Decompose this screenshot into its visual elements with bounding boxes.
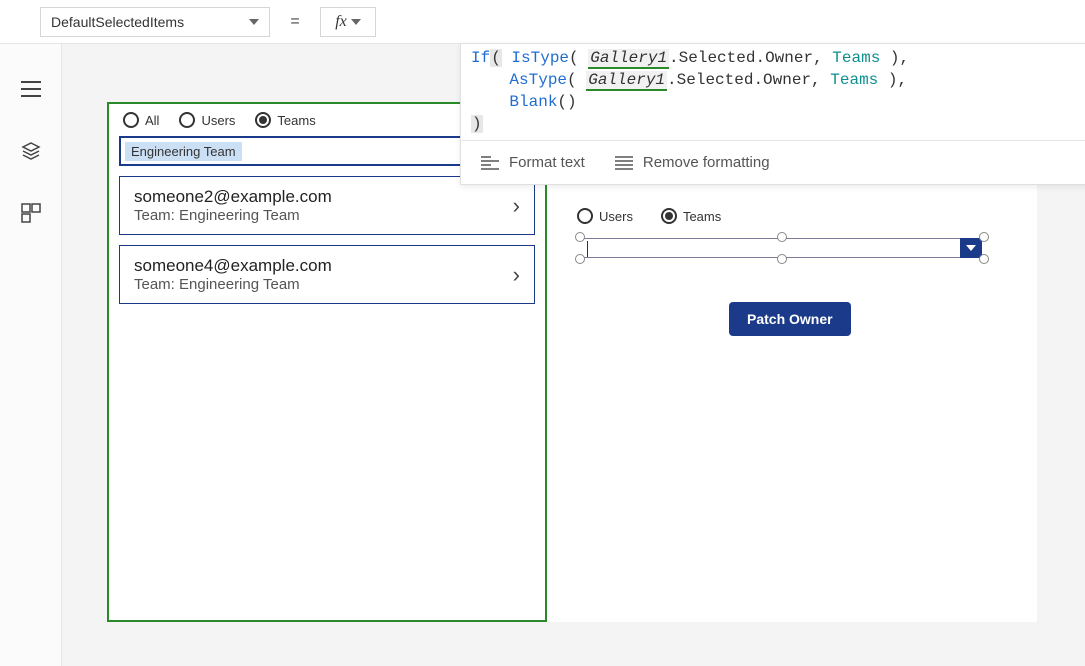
remove-formatting-icon [615,156,633,170]
radio-label: Teams [683,209,721,224]
chevron-right-icon: › [513,193,520,219]
formula-editor-popup: If( IsType( Gallery1.Selected.Owner, Tea… [460,43,1085,185]
format-text-label: Format text [509,154,585,171]
formula-toolbar: Format text Remove formatting [461,140,1085,184]
selected-combobox[interactable] [567,232,997,264]
main-area: If( IsType( Gallery1.Selected.Owner, Tea… [0,44,1085,666]
radio-label: Teams [277,113,315,128]
resize-handle[interactable] [979,232,989,242]
formula-code[interactable]: If( IsType( Gallery1.Selected.Owner, Tea… [461,44,1085,140]
text-cursor [587,241,588,257]
radio-icon [255,112,271,128]
resize-handle[interactable] [777,232,787,242]
format-text-button[interactable]: Format text [481,154,585,171]
resize-handle[interactable] [575,254,585,264]
patch-owner-button[interactable]: Patch Owner [729,302,851,336]
radio-icon [577,208,593,224]
property-bar: DefaultSelectedItems = fx [0,0,1085,44]
radio-icon [661,208,677,224]
chevron-right-icon: › [513,262,520,288]
gallery-item[interactable]: someone4@example.com Team: Engineering T… [119,245,535,304]
canvas-wrapper: If( IsType( Gallery1.Selected.Owner, Tea… [62,44,1085,666]
fx-icon: fx [335,13,347,31]
radio-users[interactable]: Users [179,112,235,128]
radio-label: Users [599,209,633,224]
format-text-icon [481,156,499,170]
property-selector[interactable]: DefaultSelectedItems [40,7,270,37]
fx-button[interactable]: fx [320,7,376,37]
radio-teams-right[interactable]: Teams [661,208,721,224]
chevron-down-icon [249,19,259,25]
combobox-dropdown-button[interactable] [960,238,982,258]
item-subtitle: Team: Engineering Team [134,207,332,224]
item-title: someone4@example.com [134,256,332,276]
left-nav-rail [0,44,62,666]
radio-teams[interactable]: Teams [255,112,315,128]
resize-handle[interactable] [979,254,989,264]
remove-formatting-button[interactable]: Remove formatting [615,154,770,171]
item-title: someone2@example.com [134,187,332,207]
layers-icon[interactable] [20,140,42,162]
resize-handle[interactable] [777,254,787,264]
radio-users-right[interactable]: Users [577,208,633,224]
item-subtitle: Team: Engineering Team [134,276,332,293]
resize-handle[interactable] [575,232,585,242]
property-name: DefaultSelectedItems [51,14,184,30]
radio-icon [123,112,139,128]
combobox-value: Engineering Team [125,142,242,161]
right-radio-group: Users Teams [577,208,735,224]
hamburger-icon[interactable] [20,78,42,100]
components-icon[interactable] [20,202,42,224]
radio-all[interactable]: All [123,112,159,128]
radio-icon [179,112,195,128]
radio-label: Users [201,113,235,128]
equals-label: = [280,13,310,31]
chevron-down-icon [966,245,976,251]
radio-label: All [145,113,159,128]
chevron-down-icon [351,19,361,25]
remove-formatting-label: Remove formatting [643,154,770,171]
